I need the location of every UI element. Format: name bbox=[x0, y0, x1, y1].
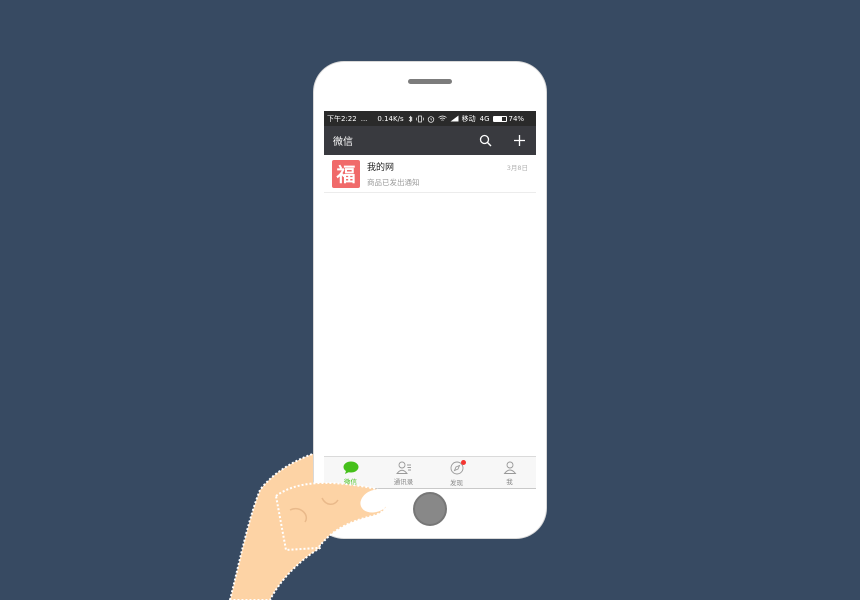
tab-label: 微信 bbox=[344, 478, 357, 486]
battery-fill bbox=[493, 116, 503, 121]
phone-body: 下午2:22 ... 0.14K/s 移动 4G 74% 微信 福 我的网 商品… bbox=[314, 62, 546, 538]
bluetooth-icon bbox=[408, 115, 413, 122]
status-time: 下午2:22 bbox=[327, 114, 357, 123]
tab-contacts[interactable]: 通讯录 bbox=[377, 457, 430, 488]
phone-screen: 下午2:22 ... 0.14K/s 移动 4G 74% 微信 福 我的网 商品… bbox=[324, 111, 536, 489]
notification-badge bbox=[461, 460, 466, 465]
status-carrier: 移动 bbox=[461, 114, 476, 123]
avatar: 福 bbox=[332, 159, 360, 188]
plus-icon[interactable] bbox=[511, 133, 527, 149]
signal-icon bbox=[450, 115, 459, 122]
search-icon[interactable] bbox=[477, 133, 493, 149]
status-battery-percent: 74% bbox=[508, 114, 525, 123]
chat-bubble-icon bbox=[343, 461, 358, 474]
home-button[interactable] bbox=[413, 492, 447, 526]
status-network: 4G bbox=[479, 114, 490, 123]
page-title: 微信 bbox=[333, 137, 353, 148]
tab-label: 我 bbox=[506, 478, 513, 486]
person-icon bbox=[503, 461, 516, 474]
vibrate-icon bbox=[415, 115, 424, 122]
alarm-icon bbox=[427, 115, 434, 123]
status-bar: 下午2:22 ... 0.14K/s 移动 4G 74% bbox=[324, 111, 536, 126]
status-speed: 0.14K/s bbox=[377, 114, 404, 123]
phone-speaker bbox=[408, 79, 452, 84]
app-titlebar: 微信 bbox=[324, 126, 536, 155]
bottom-tab-bar: 微信 通讯录 发现 我 bbox=[324, 456, 536, 488]
battery-icon bbox=[492, 115, 507, 122]
chat-time: 3月8日 bbox=[506, 164, 528, 172]
status-icons bbox=[408, 115, 459, 123]
tab-label: 发现 bbox=[450, 479, 463, 487]
tab-chats[interactable]: 微信 bbox=[324, 457, 377, 488]
wifi-icon bbox=[437, 115, 447, 121]
chat-list-item[interactable]: 福 我的网 商品已发出通知 3月8日 bbox=[324, 155, 536, 193]
tab-label: 通讯录 bbox=[393, 478, 414, 486]
tab-discover[interactable]: 发现 bbox=[430, 457, 483, 488]
chat-message: 商品已发出通知 bbox=[367, 177, 420, 187]
contacts-icon bbox=[395, 461, 411, 474]
tab-me[interactable]: 我 bbox=[483, 457, 536, 488]
status-dots: ... bbox=[360, 114, 368, 123]
